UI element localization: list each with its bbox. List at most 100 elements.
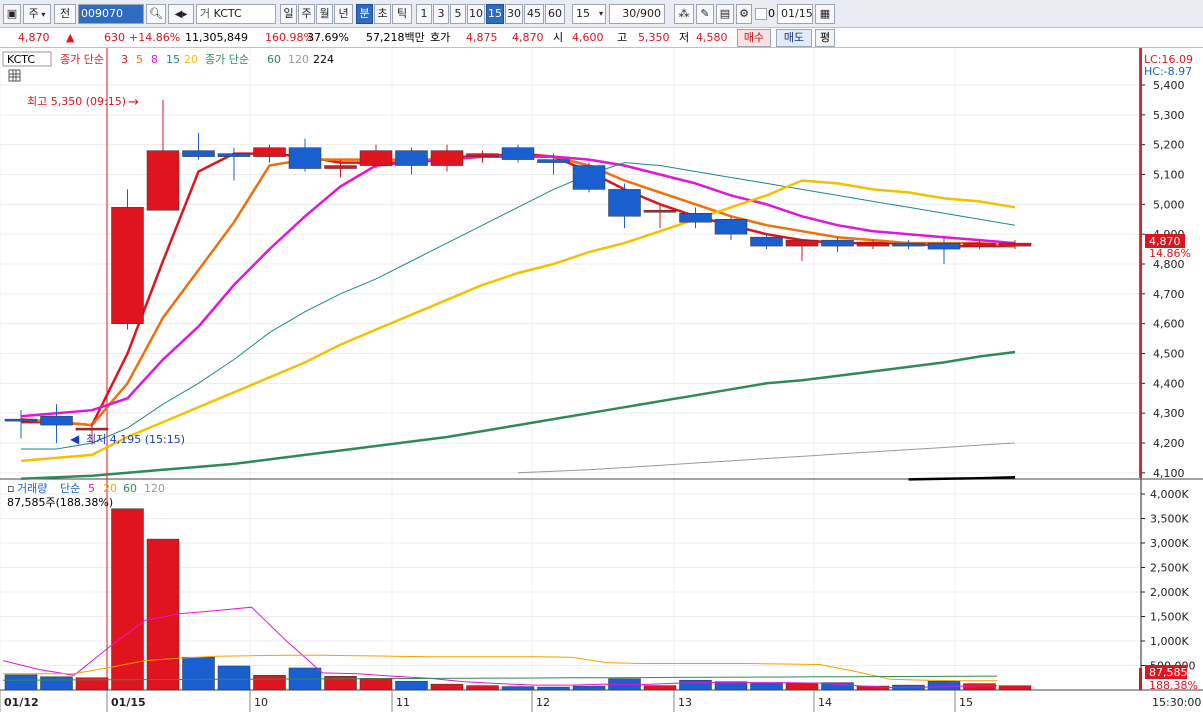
draw-tool-icon[interactable]: ✎ [696, 4, 714, 24]
ask-price: 4,875 [466, 31, 498, 44]
volume-bar [537, 686, 570, 691]
volume-bar [430, 683, 464, 691]
price-tick-label: 5,300 [1153, 109, 1185, 122]
indicator-icon[interactable]: ⁂ [674, 4, 694, 24]
price-tick-label: 4,500 [1153, 348, 1185, 361]
candle-body [785, 239, 819, 247]
data-table-icon [8, 69, 21, 82]
x-axis-label: 15 [959, 696, 973, 709]
volume-bar [182, 656, 215, 691]
x-axis-label: 01/15 [111, 696, 146, 709]
candle-body [324, 165, 357, 169]
candle-body [572, 165, 606, 190]
candle-body [40, 415, 73, 426]
volume-bar [679, 679, 712, 691]
price-tick-label: 4,100 [1153, 467, 1185, 480]
candle-body [182, 150, 215, 157]
date-input[interactable]: 01/15 [777, 4, 813, 24]
interval-button-5[interactable]: 5 [450, 4, 466, 24]
hc-label: HC:-8.97 [1144, 65, 1192, 78]
legend-ma120: 120 [288, 53, 309, 66]
interval-button-3[interactable]: 3 [433, 4, 449, 24]
legend-symbol: KCTC [7, 53, 35, 66]
price-tick-label: 4,300 [1153, 407, 1185, 420]
volume-bar [643, 685, 677, 691]
count-input[interactable]: 30/900 [609, 4, 665, 24]
market-select[interactable]: 주 ▾ [23, 4, 51, 24]
candle-body [963, 242, 996, 247]
candle-body [750, 236, 783, 247]
period-month-button[interactable]: 월 [316, 4, 333, 24]
interval-button-10[interactable]: 10 [467, 4, 485, 24]
candle-body [714, 219, 748, 235]
legend-ma8: 8 [151, 53, 158, 66]
price-tick-label: 5,000 [1153, 198, 1185, 211]
candle-body [679, 213, 712, 223]
buy-button[interactable]: 매수 [737, 29, 771, 47]
high-arrow-icon: → [128, 95, 139, 110]
period-minute-button[interactable]: 분 [356, 4, 373, 24]
legend-ma15: 15 [166, 53, 180, 66]
checkbox-label: 0 [768, 7, 775, 20]
period-year-button[interactable]: 년 [334, 4, 353, 24]
legend-ma20: 20 [184, 53, 198, 66]
legend-group2-label: 종가 단순 [205, 53, 249, 66]
volume-tick-label: 1,000K [1150, 635, 1189, 648]
legend-ma60: 60 [267, 53, 281, 66]
candle-body [501, 147, 535, 160]
candle-body [927, 242, 961, 250]
open-label: 시 [553, 31, 564, 44]
period-second-button[interactable]: 초 [374, 4, 391, 24]
settings-gear-icon[interactable]: ⚙ [736, 4, 752, 24]
interval-button-30[interactable]: 30 [505, 4, 523, 24]
period-tick-button[interactable]: 틱 [392, 4, 412, 24]
candle-body [821, 239, 854, 247]
chart-toolbar: ▣ 주 ▾ 전 009070 🔍︎ ◀▸ 거 KCTC 일 주 월 년 분 초 … [0, 0, 1203, 28]
volume-scale-bar [1139, 668, 1142, 690]
save-icon[interactable]: ▤ [716, 4, 734, 24]
legend-ma224: 224 [313, 53, 334, 66]
volume-current-pct: 188.38% [1149, 679, 1198, 692]
speaker-icon[interactable]: ◀▸ [168, 4, 194, 24]
candle-body [75, 427, 109, 431]
low-annotation: 최저 4,195 (15:15) [86, 433, 185, 446]
interval-button-45[interactable]: 45 [524, 4, 544, 24]
option-checkbox[interactable] [755, 8, 767, 20]
price-tick-label: 4,600 [1153, 318, 1185, 331]
volume-bar [359, 677, 393, 691]
period-day-button[interactable]: 일 [280, 4, 297, 24]
period-week-button[interactable]: 주 [298, 4, 315, 24]
calendar-icon[interactable]: ▦ [815, 4, 835, 24]
average-button[interactable]: 평 [815, 29, 835, 47]
price-chart[interactable]: 5,4005,3005,2005,1005,0004,9004,8004,700… [0, 48, 1203, 712]
price-scale-bar [1139, 48, 1142, 478]
interval-button-15[interactable]: 15 [486, 4, 504, 24]
volume-bar [4, 674, 38, 691]
stock-code-input[interactable]: 009070 [78, 4, 144, 24]
sell-button[interactable]: 매도 [776, 29, 812, 47]
x-axis-label: 13 [678, 696, 692, 709]
search-icon[interactable]: 🔍︎ [146, 4, 166, 24]
candle-body [856, 242, 890, 247]
interval-button-1[interactable]: 1 [416, 4, 432, 24]
interval-select[interactable]: 15 ▾ [572, 4, 606, 24]
candle-body [359, 150, 393, 166]
volume-bar [501, 686, 535, 691]
candle-body [430, 150, 464, 166]
low-arrow-icon: ◀ [70, 432, 80, 446]
stock-name-field[interactable]: 거 KCTC [196, 4, 276, 24]
candle-body [146, 150, 180, 211]
candle-body [608, 189, 641, 217]
interval-button-60[interactable]: 60 [545, 4, 565, 24]
all-market-button[interactable]: 전 [54, 4, 76, 24]
volume-bar [395, 680, 428, 691]
volume-legend-ma120: 120 [144, 482, 165, 495]
price-tick-label: 5,100 [1153, 169, 1185, 182]
volume-bar [466, 685, 499, 691]
candle-body [4, 418, 38, 422]
price-tick-label: 5,400 [1153, 79, 1185, 92]
window-menu-icon[interactable]: ▣ [3, 4, 21, 24]
volume-bar [111, 508, 144, 691]
legend-group1-label: 종가 단순 [60, 53, 104, 66]
volume-bar [750, 682, 783, 691]
